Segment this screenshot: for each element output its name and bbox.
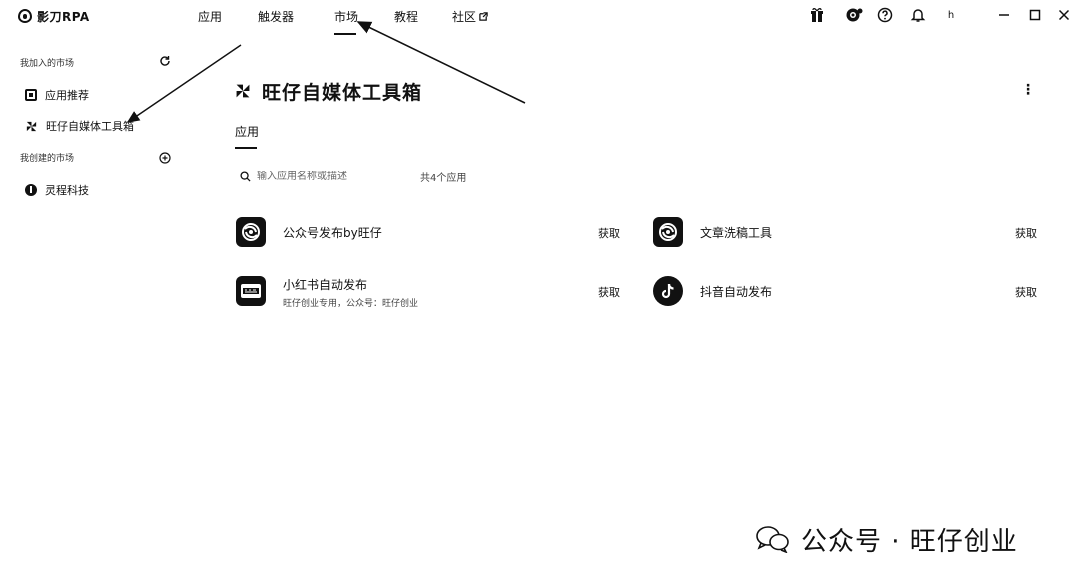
created-markets-title: 我创建的市场 bbox=[20, 154, 75, 164]
app-name: 文章洗稿工具 bbox=[700, 226, 773, 240]
get-button[interactable]: 获取 bbox=[598, 284, 620, 300]
add-market-icon[interactable] bbox=[158, 151, 172, 165]
watermark: 公众号 · 旺仔创业 bbox=[755, 522, 1018, 557]
pinwheel-icon bbox=[236, 84, 250, 98]
app-name: 抖音自动发布 bbox=[700, 285, 773, 299]
pinwheel-icon bbox=[26, 121, 37, 131]
help-icon[interactable] bbox=[876, 6, 894, 24]
search-input[interactable] bbox=[257, 170, 387, 182]
app-name: 公众号发布by旺仔 bbox=[283, 226, 382, 240]
bell-icon[interactable] bbox=[909, 6, 927, 24]
page-title-text: 旺仔自媒体工具箱 bbox=[262, 81, 423, 104]
refresh-icon[interactable] bbox=[158, 54, 172, 68]
sidebar-item-wangzai-toolbox[interactable]: 旺仔自媒体工具箱 bbox=[25, 117, 134, 135]
circle-info-icon bbox=[25, 184, 37, 196]
nav-triggers[interactable]: 触发器 bbox=[258, 8, 294, 25]
douyin-app-icon bbox=[653, 276, 683, 306]
app-card[interactable]: 文章洗稿工具 获取 bbox=[653, 217, 1043, 257]
external-link-icon bbox=[479, 12, 488, 21]
nav-market[interactable]: 市场 bbox=[334, 8, 358, 35]
nav-tutorials[interactable]: 教程 bbox=[394, 8, 418, 25]
square-app-icon bbox=[25, 89, 37, 101]
sidebar-item-lingcheng-tech[interactable]: 灵程科技 bbox=[25, 181, 89, 199]
minimize-icon[interactable] bbox=[995, 6, 1013, 24]
nav-community-label: 社区 bbox=[452, 10, 477, 24]
wechat-icon bbox=[756, 526, 789, 553]
tab-apps[interactable]: 应用 bbox=[235, 123, 259, 149]
app-description: 旺仔创业专用，公众号：旺仔创业 bbox=[283, 299, 419, 309]
gift-icon[interactable] bbox=[808, 6, 826, 24]
theme-icon[interactable] bbox=[843, 6, 865, 24]
search-icon bbox=[240, 170, 251, 182]
brand-name: 影刀RPA bbox=[37, 9, 90, 24]
get-button[interactable]: 获取 bbox=[1015, 284, 1037, 300]
nav-community[interactable]: 社区 bbox=[452, 8, 488, 25]
app-name: 小红书自动发布 bbox=[283, 278, 368, 292]
watermark-text: 公众号 · 旺仔创业 bbox=[801, 526, 1018, 557]
app-card[interactable]: 小红书自动发布 旺仔创业专用，公众号：旺仔创业 获取 bbox=[236, 276, 626, 316]
search-box[interactable] bbox=[240, 166, 400, 186]
more-options-button[interactable]: ⋮ bbox=[1020, 82, 1036, 100]
yingdao-logo-icon bbox=[18, 9, 32, 23]
sidebar-item-label: 旺仔自媒体工具箱 bbox=[46, 120, 134, 133]
app-card[interactable]: 抖音自动发布 获取 bbox=[653, 276, 1043, 316]
joined-markets-title: 我加入的市场 bbox=[20, 59, 75, 69]
get-button[interactable]: 获取 bbox=[598, 225, 620, 241]
app-card[interactable]: 公众号发布by旺仔 获取 bbox=[236, 217, 626, 257]
swirl-app-icon bbox=[236, 217, 266, 247]
top-bar: 影刀RPA 应用 触发器 市场 教程 社区 h bbox=[0, 0, 1080, 35]
app-count: 共4个应用 bbox=[420, 173, 467, 184]
sidebar-item-app-recommend[interactable]: 应用推荐 bbox=[25, 86, 89, 104]
brand[interactable]: 影刀RPA bbox=[18, 7, 90, 25]
swirl-app-icon bbox=[653, 217, 683, 247]
xiaohongshu-app-icon bbox=[236, 276, 266, 306]
sidebar: 我加入的市场 应用推荐 旺仔自媒体工具箱 我创建的市场 灵程科技 bbox=[0, 34, 190, 583]
get-button[interactable]: 获取 bbox=[1015, 225, 1037, 241]
close-icon[interactable] bbox=[1055, 6, 1073, 24]
sidebar-item-label: 应用推荐 bbox=[45, 89, 89, 102]
page-title: 旺仔自媒体工具箱 bbox=[234, 78, 422, 104]
maximize-icon[interactable] bbox=[1026, 6, 1044, 24]
sidebar-item-label: 灵程科技 bbox=[45, 184, 89, 197]
nav-apps[interactable]: 应用 bbox=[198, 8, 222, 25]
user-avatar[interactable]: h bbox=[942, 6, 960, 24]
